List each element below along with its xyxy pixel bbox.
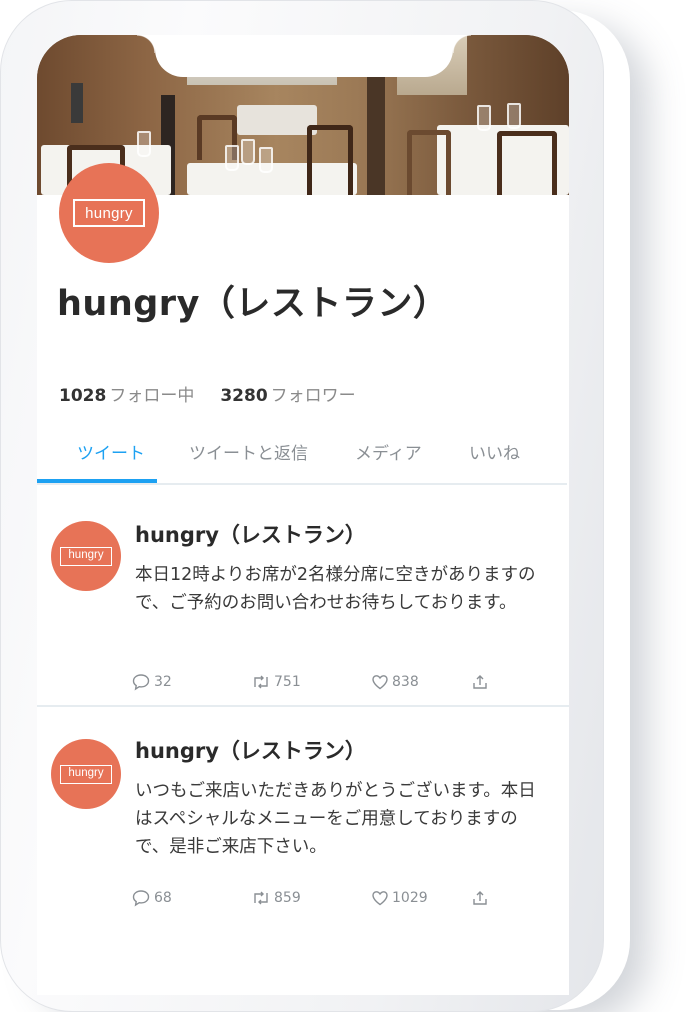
like-button[interactable]: 1029: [371, 889, 428, 907]
tweet-text: 本日12時よりお席が2名様分席に空きがありますので、ご予約のお問い合わせお待ちし…: [135, 565, 536, 613]
avatar-logo: hungry: [60, 546, 112, 566]
reply-icon: [131, 673, 154, 691]
reply-icon: [131, 889, 154, 907]
followers-label[interactable]: フォロワー: [271, 386, 356, 406]
retweet-icon: [251, 673, 274, 691]
share-icon: [471, 673, 492, 691]
retweet-button[interactable]: 859: [251, 889, 301, 907]
like-count: 838: [392, 674, 419, 690]
tweet-text: いつもご来店いただきありがとうございます。本日はスペシャルなメニューをご用意して…: [135, 781, 536, 857]
reply-count: 32: [154, 674, 172, 690]
retweet-button[interactable]: 751: [251, 673, 301, 691]
share-button[interactable]: [471, 889, 492, 907]
like-icon: [371, 673, 392, 691]
reply-button[interactable]: 68: [131, 889, 172, 907]
active-tab-indicator: [37, 479, 157, 483]
tweet-divider: [37, 705, 569, 707]
tweet-author-name: hungry（レストラン）: [135, 523, 366, 547]
profile-tabs: ツイート ツイートと返信 メディア いいね: [37, 435, 567, 485]
profile-name: hungry（レストラン）: [57, 284, 449, 324]
profile-avatar[interactable]: hungry: [59, 163, 159, 263]
retweet-count: 751: [274, 674, 301, 690]
retweet-count: 859: [274, 890, 301, 906]
like-count: 1029: [392, 890, 428, 906]
tab-likes[interactable]: いいね: [469, 439, 520, 464]
avatar-logo: hungry: [73, 199, 145, 227]
like-icon: [371, 889, 392, 907]
phone-screen: hungry hungry（レストラン） 1028 フォロー中 3280 フォロワー …: [37, 35, 569, 995]
tweet-author-name: hungry（レストラン）: [135, 739, 366, 763]
tweet-actions: 32 751 838: [131, 673, 511, 695]
tab-media[interactable]: メディア: [355, 439, 422, 464]
tweet-avatar[interactable]: hungry: [51, 739, 121, 809]
avatar-logo: hungry: [60, 764, 112, 784]
share-button[interactable]: [471, 673, 492, 691]
share-icon: [471, 889, 492, 907]
phone-notch: [137, 35, 471, 77]
phone-frame: hungry hungry（レストラン） 1028 フォロー中 3280 フォロワー …: [0, 0, 604, 1012]
tab-tweets-and-replies[interactable]: ツイートと返信: [189, 439, 308, 464]
reply-count: 68: [154, 890, 172, 906]
tab-tweets[interactable]: ツイート: [77, 439, 145, 464]
following-count[interactable]: 1028: [59, 386, 106, 406]
followers-count[interactable]: 3280: [220, 386, 267, 406]
retweet-icon: [251, 889, 274, 907]
tweet-actions: 68 859 1029: [131, 889, 511, 911]
profile-stats: 1028 フォロー中 3280 フォロワー: [59, 381, 382, 406]
reply-button[interactable]: 32: [131, 673, 172, 691]
like-button[interactable]: 838: [371, 673, 419, 691]
tweet-avatar[interactable]: hungry: [51, 521, 121, 591]
following-label[interactable]: フォロー中: [109, 386, 194, 406]
